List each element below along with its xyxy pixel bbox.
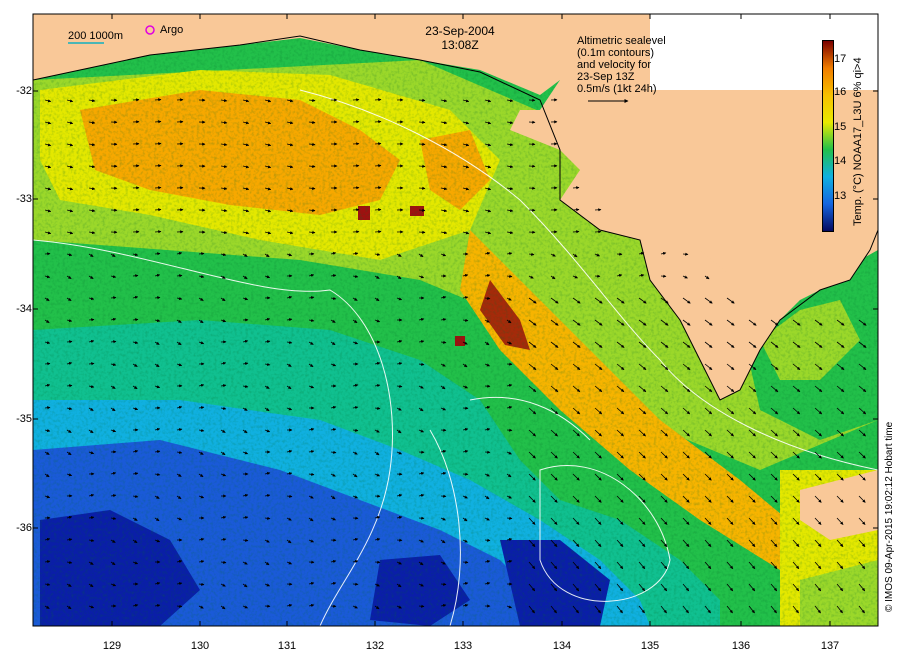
colorbar-tick: 14 bbox=[834, 155, 847, 167]
velocity-arrow bbox=[572, 208, 580, 212]
x-tick-label: 133 bbox=[453, 640, 473, 652]
legend-line: Altimetric sealevel bbox=[577, 35, 666, 47]
velocity-arrow bbox=[132, 274, 139, 278]
x-tick-label: 137 bbox=[820, 640, 840, 652]
velocity-arrow bbox=[154, 186, 162, 190]
credit-text: © IMOS 09-Apr-2015 19:02:12 Hobart time bbox=[884, 421, 895, 612]
velocity-arrow bbox=[154, 142, 162, 146]
velocity-legend: Altimetric sealevel (0.1m contours) and … bbox=[577, 35, 666, 95]
velocity-arrow bbox=[440, 582, 447, 586]
scale-label: 200 1000m bbox=[68, 30, 124, 42]
title-time: 13:08Z bbox=[441, 38, 479, 52]
legend-line: 23-Sep 13Z bbox=[577, 71, 635, 83]
legend-line: 0.5m/s (1kt 24h) bbox=[577, 83, 657, 95]
argo-label: Argo bbox=[160, 24, 184, 36]
x-tick-label: 129 bbox=[102, 640, 122, 652]
velocity-arrow bbox=[154, 98, 162, 102]
velocity-arrow bbox=[418, 230, 426, 234]
y-tick-label: -36 bbox=[16, 522, 32, 534]
x-tick-label: 131 bbox=[277, 640, 297, 652]
title-date: 23-Sep-2004 bbox=[425, 24, 495, 38]
velocity-arrow bbox=[110, 296, 117, 300]
velocity-arrow bbox=[374, 164, 382, 168]
velocity-arrow bbox=[374, 230, 382, 234]
legend-line: (0.1m contours) bbox=[577, 47, 655, 59]
colorbar-label: Temp. (°C) NOAA17_L3U 6% qi>4 bbox=[852, 57, 864, 226]
sst-map bbox=[32, 13, 879, 627]
blank-region bbox=[650, 14, 878, 90]
x-tick-label: 132 bbox=[365, 640, 385, 652]
map-title: 23-Sep-2004 13:08Z bbox=[410, 24, 510, 52]
x-tick-label: 136 bbox=[731, 640, 751, 652]
velocity-arrow bbox=[418, 208, 426, 212]
velocity-arrow bbox=[418, 120, 426, 124]
velocity-arrow bbox=[154, 230, 162, 234]
velocity-arrow bbox=[66, 340, 73, 344]
velocity-arrow bbox=[418, 164, 426, 168]
velocity-arrow bbox=[374, 120, 382, 124]
x-tick-label: 135 bbox=[640, 640, 660, 652]
velocity-arrow bbox=[374, 208, 382, 212]
colorbar-tick: 15 bbox=[834, 121, 847, 133]
y-tick-label: -32 bbox=[16, 85, 32, 97]
velocity-arrow bbox=[154, 164, 162, 168]
velocity-arrow bbox=[572, 230, 580, 234]
velocity-arrow bbox=[44, 362, 51, 366]
velocity-arrow bbox=[572, 186, 580, 190]
velocity-arrow bbox=[418, 98, 426, 102]
velocity-arrow bbox=[154, 208, 162, 212]
colorbar-tick: 13 bbox=[834, 190, 847, 202]
sst-field bbox=[33, 14, 878, 626]
velocity-arrow bbox=[418, 142, 426, 146]
velocity-arrow bbox=[484, 538, 491, 542]
velocity-arrow bbox=[154, 120, 162, 124]
y-tick-label: -35 bbox=[16, 413, 32, 425]
y-tick-label: -34 bbox=[16, 303, 32, 315]
x-tick-label: 134 bbox=[552, 640, 572, 652]
colorbar bbox=[822, 40, 834, 232]
velocity-arrow bbox=[374, 98, 382, 102]
velocity-arrow bbox=[154, 252, 161, 256]
velocity-arrow bbox=[418, 186, 426, 190]
velocity-arrow bbox=[88, 318, 95, 322]
velocity-arrow bbox=[462, 560, 469, 564]
velocity-arrow bbox=[418, 604, 425, 608]
velocity-arrow bbox=[374, 186, 382, 190]
y-tick-label: -33 bbox=[16, 193, 32, 205]
velocity-arrow bbox=[506, 516, 513, 520]
colorbar-tick: 17 bbox=[834, 53, 847, 65]
velocity-arrow bbox=[374, 142, 382, 146]
colorbar-tick: 16 bbox=[834, 86, 847, 98]
legend-line: and velocity for bbox=[577, 59, 651, 71]
x-tick-label: 130 bbox=[190, 640, 210, 652]
